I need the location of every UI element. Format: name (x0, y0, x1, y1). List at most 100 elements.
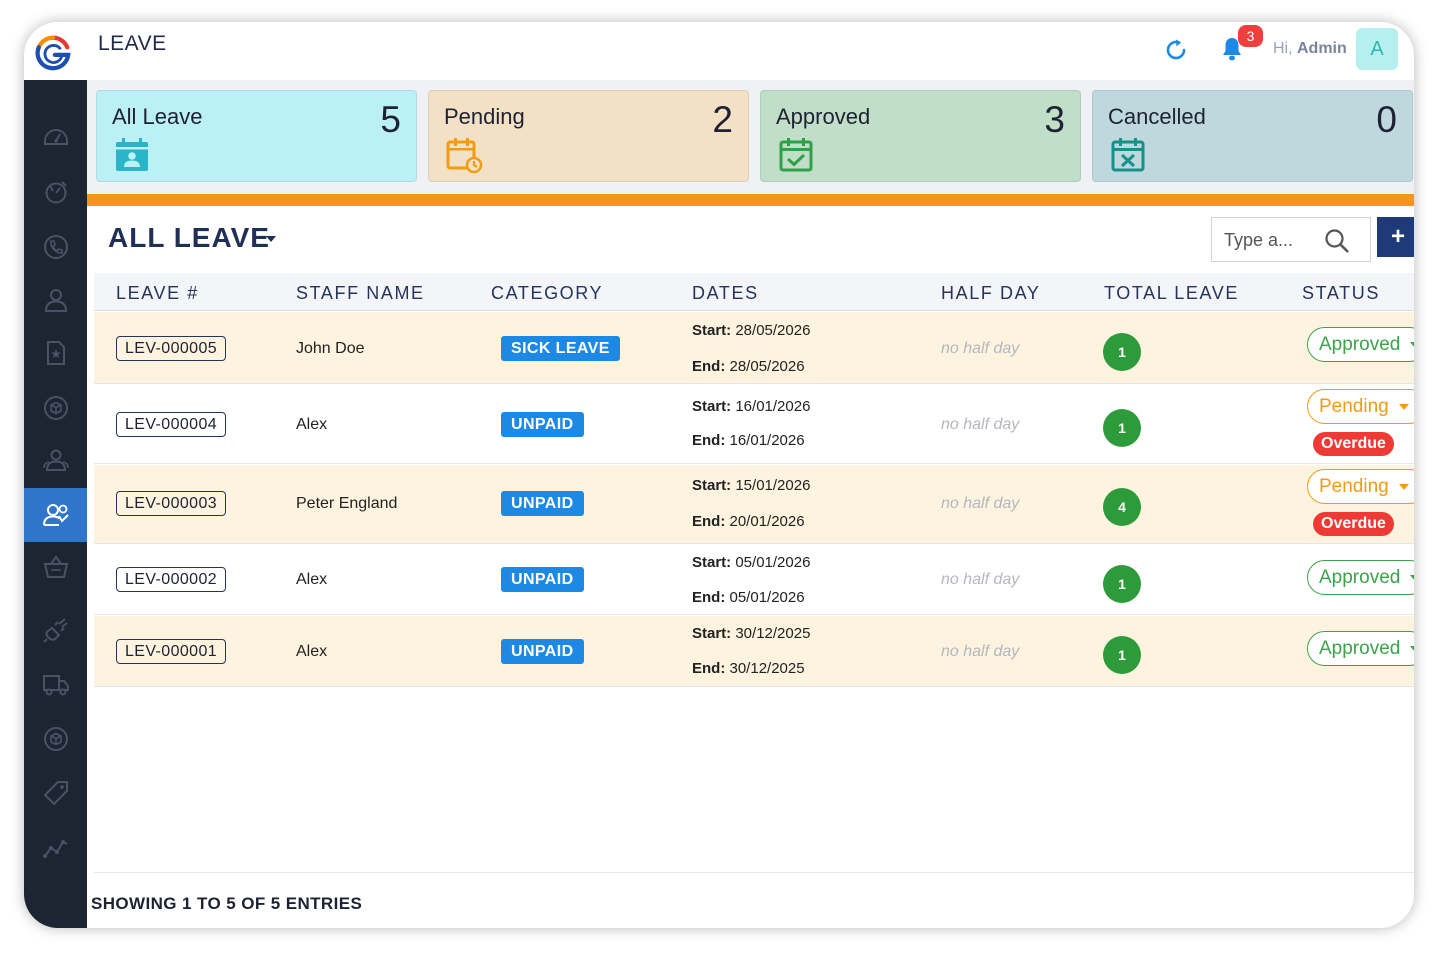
half-day: no half day (941, 416, 1020, 433)
search-input[interactable] (1224, 228, 1324, 252)
total-leave-badge: 1 (1103, 333, 1141, 371)
staff-name: Peter England (296, 495, 398, 512)
staff-name: Alex (296, 416, 328, 433)
overdue-badge: Overdue (1313, 512, 1394, 536)
notification-badge[interactable]: 3 (1238, 25, 1263, 47)
package-icon (43, 727, 68, 751)
table-row[interactable]: LEV-000001 Alex UNPAID Start: 30/12/2025… (94, 616, 1414, 687)
main-content: All Leave 5 Pending 2 Approved 3 Cancell… (87, 80, 1414, 928)
start-date: Start: 30/12/2025 (692, 625, 811, 642)
sidebar-item-products[interactable] (24, 381, 87, 435)
users-group-icon (42, 449, 69, 471)
category-badge: UNPAID (501, 412, 584, 437)
category-badge: UNPAID (501, 491, 584, 516)
card-label: Cancelled (1108, 104, 1206, 129)
chevron-down-icon (1410, 645, 1414, 652)
table-row[interactable]: LEV-000003 Peter England UNPAID Start: 1… (94, 465, 1414, 544)
refresh-icon[interactable] (1164, 38, 1188, 62)
basket-icon (43, 555, 68, 578)
column-header[interactable]: HALF DAY (941, 283, 1041, 304)
table-row[interactable]: LEV-000002 Alex UNPAID Start: 05/01/2026… (94, 545, 1414, 615)
start-date: Start: 15/01/2026 (692, 477, 811, 494)
leave-number[interactable]: LEV-000005 (116, 336, 227, 361)
card-all-leave[interactable]: All Leave 5 (96, 90, 417, 182)
dashboard-icon (43, 129, 68, 145)
card-label: Approved (776, 104, 871, 129)
page-title: LEAVE (98, 32, 167, 55)
leave-number[interactable]: LEV-000001 (116, 639, 227, 664)
card-approved[interactable]: Approved 3 (760, 90, 1081, 182)
end-date: End: 05/01/2026 (692, 589, 805, 606)
table-row[interactable]: LEV-000005 John Doe SICK LEAVE Start: 28… (94, 312, 1414, 384)
category-badge: UNPAID (501, 567, 584, 592)
phone-icon (43, 235, 68, 259)
end-date: End: 16/01/2026 (692, 432, 805, 449)
box-icon (43, 396, 68, 420)
start-date: Start: 28/05/2026 (692, 322, 811, 339)
card-label: Pending (444, 104, 525, 129)
staff-name: John Doe (296, 340, 365, 357)
leave-number[interactable]: LEV-000002 (116, 567, 227, 592)
table-row[interactable]: LEV-000004 Alex UNPAID Start: 16/01/2026… (94, 385, 1414, 464)
list-title[interactable]: ALL LEAVE (108, 222, 270, 254)
status-dropdown[interactable]: Pending (1307, 469, 1414, 504)
end-date: End: 30/12/2025 (692, 660, 805, 677)
card-count: 3 (1044, 99, 1065, 140)
sidebar-item-sales[interactable] (24, 540, 87, 594)
sidebar-item-dashboard[interactable] (24, 110, 87, 164)
staff-name: Alex (296, 643, 328, 660)
status-dropdown[interactable]: Approved (1307, 560, 1414, 595)
top-bar: LEAVE 3 Hi, Admin A (24, 22, 1414, 80)
chart-line-icon (42, 840, 67, 858)
column-header[interactable]: DATES (692, 283, 759, 304)
sidebar-item-calls[interactable] (24, 220, 87, 274)
card-cancelled[interactable]: Cancelled 0 (1092, 90, 1413, 182)
avatar[interactable]: A (1356, 28, 1398, 70)
status-dropdown[interactable]: Approved (1307, 631, 1414, 666)
truck-icon (42, 675, 69, 696)
search-box (1211, 217, 1371, 262)
total-leave-badge: 1 (1103, 636, 1141, 674)
search-icon[interactable] (1324, 228, 1350, 254)
column-header[interactable]: LEAVE # (116, 283, 199, 304)
add-leave-button[interactable]: + (1377, 217, 1414, 257)
category-badge: UNPAID (501, 639, 584, 664)
staff-icon (42, 504, 69, 526)
sidebar-item-reports[interactable] (24, 821, 87, 875)
column-header[interactable]: TOTAL LEAVE (1104, 283, 1239, 304)
sidebar-item-integrations[interactable] (24, 603, 87, 657)
card-pending[interactable]: Pending 2 (428, 90, 749, 182)
column-header[interactable]: STAFF NAME (296, 283, 425, 304)
app-logo-icon[interactable] (34, 34, 72, 72)
user-greeting[interactable]: Hi, Admin (1273, 40, 1347, 58)
chevron-down-icon[interactable] (266, 236, 276, 242)
sidebar-item-timer[interactable] (24, 165, 87, 219)
sidebar-item-teams[interactable] (24, 433, 87, 487)
leave-number[interactable]: LEV-000003 (116, 491, 227, 516)
status-dropdown[interactable]: Approved (1307, 327, 1414, 362)
column-header[interactable]: CATEGORY (491, 283, 603, 304)
leave-number[interactable]: LEV-000004 (116, 412, 227, 437)
user-icon (44, 289, 67, 312)
staff-name: Alex (296, 571, 328, 588)
calendar-check-icon (779, 138, 813, 172)
chevron-down-icon (1398, 483, 1409, 490)
sidebar-item-documents[interactable] (24, 326, 87, 380)
end-date: End: 20/01/2026 (692, 513, 805, 530)
sidebar-item-delivery[interactable] (24, 657, 87, 711)
accent-divider (87, 194, 1414, 206)
status-dropdown[interactable]: Pending (1307, 389, 1414, 424)
table-header: LEAVE # STAFF NAME CATEGORY DATES HALF D… (94, 273, 1414, 311)
column-header[interactable]: STATUS (1302, 283, 1380, 304)
app-frame: LEAVE 3 Hi, Admin A All Leave 5 Pending … (24, 22, 1414, 928)
half-day: no half day (941, 643, 1020, 660)
sidebar-item-staff[interactable] (24, 488, 87, 542)
card-count: 0 (1376, 99, 1397, 140)
end-date: End: 28/05/2026 (692, 358, 805, 375)
entries-summary: SHOWING 1 TO 5 OF 5 ENTRIES (91, 894, 363, 913)
card-count: 2 (712, 99, 733, 140)
sidebar-item-pricing[interactable] (24, 766, 87, 820)
chevron-down-icon (1410, 574, 1414, 581)
sidebar-item-inventory[interactable] (24, 712, 87, 766)
sidebar-item-customers[interactable] (24, 273, 87, 327)
